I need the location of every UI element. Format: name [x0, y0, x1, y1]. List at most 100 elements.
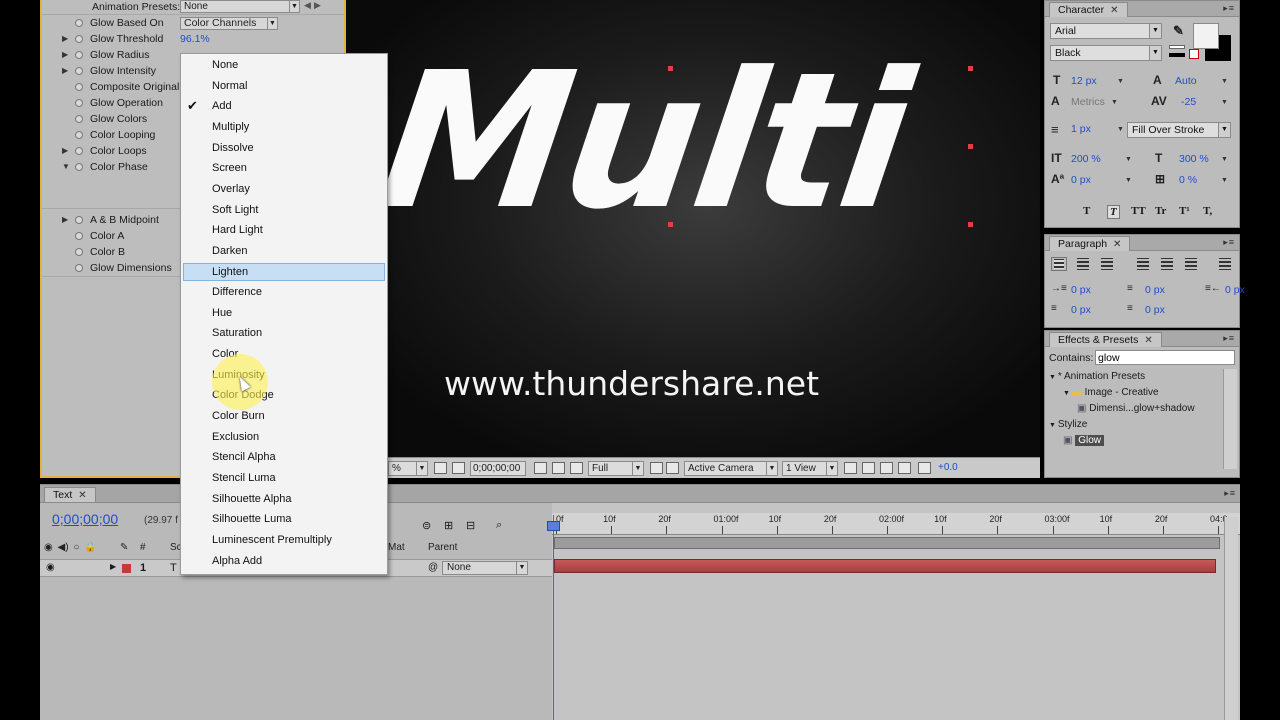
chevron-down-icon[interactable]: ▼	[1117, 78, 1124, 85]
menu-item-overlay[interactable]: Overlay	[183, 180, 385, 198]
indent-first-value[interactable]: 0 px	[1071, 304, 1091, 316]
stopwatch-icon[interactable]	[75, 264, 83, 272]
stopwatch-icon[interactable]	[75, 115, 83, 123]
text-format-button[interactable]: Tr	[1155, 205, 1166, 217]
align-left-icon[interactable]	[1051, 257, 1067, 271]
composition-viewer[interactable]: Multi www.thundershare.net	[346, 0, 1040, 457]
baseline-shift-value[interactable]: 0 px	[1071, 174, 1091, 186]
menu-item-none[interactable]: None	[183, 56, 385, 74]
zoom-select[interactable]: % ▼	[388, 461, 428, 476]
menu-item-color-dodge[interactable]: Color Dodge	[183, 386, 385, 404]
list-item[interactable]: ▼ ▬ Image - Creative	[1063, 385, 1159, 400]
transparency-grid-icon[interactable]	[666, 462, 679, 474]
effect-property-value[interactable]: 96.1%	[180, 31, 210, 47]
chevron-down-icon[interactable]: ▼	[1117, 126, 1124, 133]
stroke-width-value[interactable]: 1 px	[1071, 123, 1091, 135]
menu-item-add[interactable]: ✔ Add	[183, 97, 385, 115]
tab-effects-presets[interactable]: Effects & Presets ✕	[1049, 332, 1162, 347]
region-of-interest-icon[interactable]	[650, 462, 663, 474]
close-icon[interactable]: ✕	[1144, 335, 1152, 346]
space-after-value[interactable]: 0 px	[1145, 304, 1165, 316]
menu-item-soft-light[interactable]: Soft Light	[183, 201, 385, 219]
chevron-right-icon[interactable]: ▶	[62, 31, 68, 47]
layer-handle[interactable]	[968, 144, 973, 149]
chevron-down-icon[interactable]: ▼	[1063, 390, 1072, 397]
text-format-button[interactable]: T¹	[1179, 205, 1190, 217]
chevron-down-icon[interactable]: ▼	[1221, 78, 1228, 85]
menu-item-hue[interactable]: Hue	[183, 304, 385, 322]
menu-item-silhouette-luma[interactable]: Silhouette Luma	[183, 510, 385, 528]
justify-last-right-icon[interactable]	[1183, 257, 1199, 271]
animation-presets-select[interactable]: None ▼	[180, 0, 300, 13]
menu-item-darken[interactable]: Darken	[183, 242, 385, 260]
chevron-down-icon[interactable]: ▼	[1221, 156, 1228, 163]
resolution-select[interactable]: Full ▼	[588, 461, 644, 476]
close-icon[interactable]: ✕	[1110, 5, 1118, 16]
stopwatch-icon[interactable]	[75, 248, 83, 256]
chevron-down-icon[interactable]: ▼	[1049, 374, 1058, 381]
chevron-right-icon[interactable]: ▶	[62, 212, 68, 228]
graph-editor-icon[interactable]: ⌕	[496, 519, 502, 532]
chevron-right-icon[interactable]: ▶	[62, 143, 68, 159]
solo-icon[interactable]: ○	[73, 542, 79, 553]
menu-item-dissolve[interactable]: Dissolve	[183, 139, 385, 157]
black-swatch[interactable]	[1169, 53, 1185, 57]
preset-prev-icon[interactable]: ◀	[304, 0, 311, 11]
menu-item-luminescent-premultiply[interactable]: Luminescent Premultiply	[183, 531, 385, 549]
menu-item-multiply[interactable]: Multiply	[183, 118, 385, 136]
fast-previews-icon[interactable]	[862, 462, 875, 474]
menu-item-normal[interactable]: Normal	[183, 77, 385, 95]
text-format-button[interactable]: T,	[1203, 205, 1212, 217]
justify-last-left-icon[interactable]	[1135, 257, 1151, 271]
menu-item-stencil-alpha[interactable]: Stencil Alpha	[183, 448, 385, 466]
chevron-down-icon[interactable]: ▼	[1221, 99, 1228, 106]
menu-item-stencil-luma[interactable]: Stencil Luma	[183, 469, 385, 487]
exposure-value[interactable]: +0.0	[938, 462, 958, 473]
chevron-down-icon[interactable]: ▼	[1049, 422, 1058, 429]
effects-scrollbar[interactable]	[1223, 369, 1237, 469]
stroke-mode-select[interactable]: Fill Over Stroke ▼	[1127, 122, 1231, 138]
viewer-timecode[interactable]: 0;00;00;00	[470, 461, 526, 476]
kerning-value[interactable]: Metrics	[1071, 96, 1105, 108]
menu-item-saturation[interactable]: Saturation	[183, 324, 385, 342]
menu-item-alpha-add[interactable]: Alpha Add	[183, 552, 385, 570]
text-format-button[interactable]: T	[1107, 205, 1120, 219]
hide-shy-icon[interactable]: ⊞	[444, 519, 453, 532]
exposure-reset-icon[interactable]	[918, 462, 931, 474]
justify-all-icon[interactable]	[1217, 257, 1233, 271]
list-item[interactable]: ▣ Glow	[1063, 433, 1105, 448]
eye-icon[interactable]: ◉	[44, 542, 53, 553]
menu-item-color-burn[interactable]: Color Burn	[183, 407, 385, 425]
chevron-right-icon[interactable]: ▶	[62, 63, 68, 79]
vertical-scale-value[interactable]: 200 %	[1071, 153, 1101, 165]
cti-head[interactable]	[547, 521, 560, 531]
indent-left-value[interactable]: 0 px	[1071, 284, 1091, 296]
panel-menu-icon[interactable]: ▸≡	[1224, 488, 1236, 499]
no-color-icon[interactable]	[1189, 49, 1199, 59]
tab-timeline-text[interactable]: Text ✕	[44, 487, 96, 502]
tracking-value[interactable]: -25	[1181, 96, 1196, 108]
align-center-icon[interactable]	[1075, 257, 1091, 271]
col-parent[interactable]: Parent	[428, 539, 457, 557]
show-snapshot-icon[interactable]	[552, 462, 565, 474]
camera-select[interactable]: Active Camera ▼	[684, 461, 778, 476]
timeline-graph[interactable]: 0f 10f 20f 01:00f 10f 20f 02:00f 10f 20f 03:00f 10…	[547, 503, 1240, 720]
work-area-bar[interactable]	[554, 537, 1220, 549]
chevron-down-icon[interactable]: ▼	[1221, 177, 1228, 184]
fill-color-swatch[interactable]	[1193, 23, 1219, 49]
close-icon[interactable]: ✕	[1113, 239, 1121, 250]
effect-property-row[interactable]: Glow Based On Color Channels ▼	[42, 15, 342, 31]
pickwhip-icon[interactable]: @	[428, 562, 438, 573]
menu-item-lighten[interactable]: Lighten	[183, 262, 385, 281]
flowchart-icon[interactable]	[898, 462, 911, 474]
space-before-value[interactable]: 0 px	[1145, 284, 1165, 296]
preset-next-icon[interactable]: ▶	[314, 0, 321, 11]
audio-icon[interactable]: ◀)	[58, 542, 69, 553]
tab-character[interactable]: Character ✕	[1049, 2, 1128, 17]
font-style-select[interactable]: Black ▼	[1050, 45, 1162, 61]
stopwatch-icon[interactable]	[75, 232, 83, 240]
current-time-display[interactable]: 0;00;00;00	[52, 511, 118, 527]
toggle-pixel-aspect-icon[interactable]	[844, 462, 857, 474]
panel-menu-icon[interactable]: ▸≡	[1223, 333, 1235, 344]
stopwatch-icon[interactable]	[75, 19, 83, 27]
